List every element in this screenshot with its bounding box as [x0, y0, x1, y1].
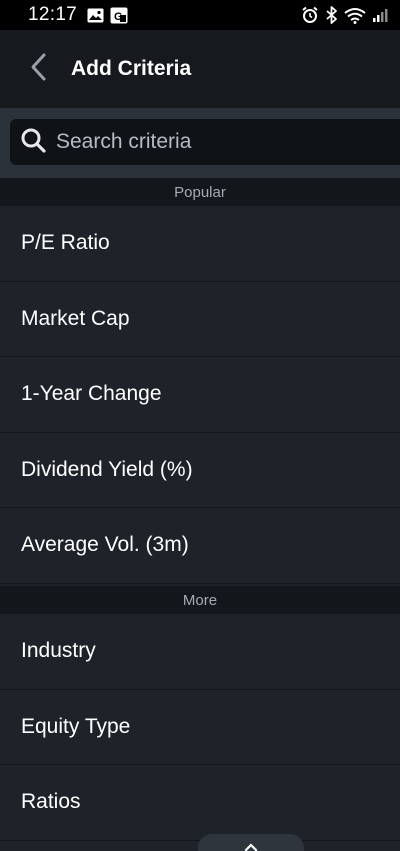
status-bar: 12:17 G [0, 0, 400, 30]
alarm-icon [301, 6, 319, 24]
section-header-popular: Popular [0, 178, 400, 206]
chevron-left-icon [29, 52, 47, 87]
status-left-icons: G [87, 7, 128, 24]
status-time: 12:17 [28, 4, 78, 25]
popular-list: P/E Ratio Market Cap 1-Year Change Divid… [0, 206, 400, 584]
list-item-average-vol[interactable]: Average Vol. (3m) [0, 508, 400, 584]
search-bar [0, 108, 400, 178]
wifi-icon [344, 7, 366, 24]
app-bar: Add Criteria [0, 30, 400, 108]
list-item-ratios[interactable]: Ratios [0, 765, 400, 841]
list-item-pe-ratio[interactable]: P/E Ratio [0, 206, 400, 282]
list-item-industry[interactable]: Industry [0, 614, 400, 690]
search-icon [20, 127, 46, 158]
section-header-more: More [0, 586, 400, 614]
more-list: Industry Equity Type Ratios [0, 614, 400, 841]
list-item-equity-type[interactable]: Equity Type [0, 689, 400, 765]
bottom-sheet-handle[interactable] [198, 834, 304, 851]
search-input[interactable] [56, 130, 376, 154]
bluetooth-icon [325, 6, 338, 24]
list-item-dividend-yield[interactable]: Dividend Yield (%) [0, 432, 400, 508]
page-title: Add Criteria [71, 57, 192, 80]
back-button[interactable] [8, 30, 68, 108]
search-box[interactable] [10, 119, 400, 165]
signal-icon [372, 7, 388, 23]
chevron-up-icon [244, 838, 258, 851]
list-item-1-year-change[interactable]: 1-Year Change [0, 357, 400, 433]
image-icon [87, 8, 104, 23]
translate-icon: G [110, 7, 128, 24]
status-right-icons [301, 6, 388, 24]
list-item-market-cap[interactable]: Market Cap [0, 281, 400, 357]
